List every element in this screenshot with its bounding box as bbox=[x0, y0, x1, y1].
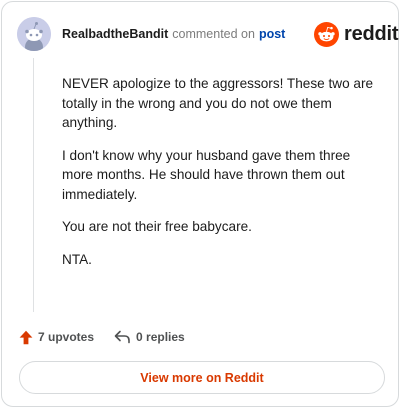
comment-paragraph: NTA. bbox=[62, 251, 92, 267]
embedded-comment-card: RealbadtheBandit commented on post reddi… bbox=[1, 1, 399, 407]
comment-actions: 7 upvotes 0 replies bbox=[19, 328, 185, 346]
comment-paragraph: You are not their free babycare. bbox=[62, 219, 252, 234]
upvote-button[interactable]: 7 upvotes bbox=[19, 330, 94, 345]
snoo-avatar-icon bbox=[17, 17, 51, 51]
comment-paragraph: NEVER apologize to the aggressors! These… bbox=[62, 76, 374, 130]
avatar[interactable] bbox=[17, 17, 51, 51]
upvote-arrow-icon bbox=[19, 330, 33, 344]
username-link[interactable]: RealbadtheBandit bbox=[62, 27, 168, 41]
comment-header: RealbadtheBandit commented on post bbox=[62, 26, 285, 42]
upvote-count: 7 upvotes bbox=[38, 330, 95, 344]
replies-button[interactable]: 0 replies bbox=[114, 330, 185, 344]
reply-icon bbox=[114, 330, 130, 344]
reply-count: 0 replies bbox=[136, 330, 185, 344]
comment-body: NEVER apologize to the aggressors! These… bbox=[62, 74, 374, 282]
comment-paragraph: I don't know why your husband gave them … bbox=[62, 147, 351, 202]
view-more-button[interactable]: View more on Reddit bbox=[19, 361, 385, 394]
thread-line bbox=[33, 58, 34, 312]
post-link[interactable]: post bbox=[259, 27, 285, 41]
reddit-wordmark: reddit bbox=[344, 22, 399, 45]
reddit-logo[interactable]: reddit bbox=[314, 21, 399, 47]
reddit-alien-icon bbox=[314, 21, 339, 47]
commented-on-text: commented on bbox=[172, 27, 255, 41]
